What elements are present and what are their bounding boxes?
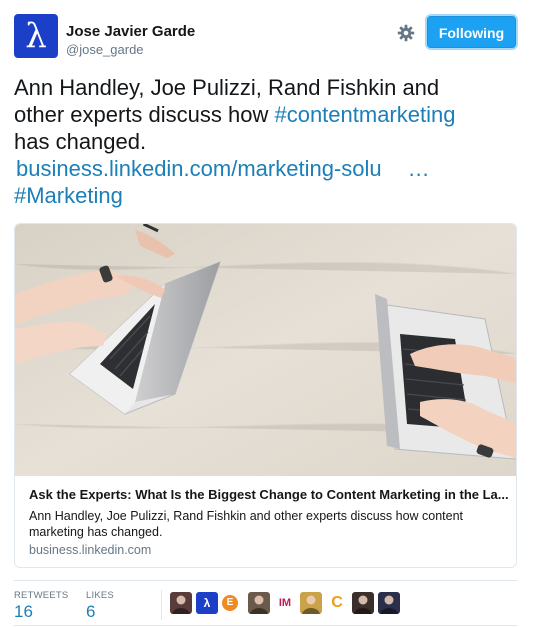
liker-avatar-4[interactable] [248, 592, 270, 614]
retweets-count[interactable]: 16 [14, 602, 33, 622]
card-description: Ann Handley, Joe Pulizzi, Rand Fishkin a… [29, 509, 464, 539]
tweet-text-line-1: Ann Handley, Joe Pulizzi, Rand Fishkin a… [14, 75, 440, 100]
avatar-lambda-glyph: λ [25, 16, 47, 56]
link-ellipsis[interactable]: … [408, 156, 430, 181]
stats-bottom-divider [14, 625, 517, 626]
tweet-text-segment: other experts discuss how [14, 102, 275, 127]
card-title[interactable]: Ask the Experts: What Is the Biggest Cha… [29, 487, 509, 502]
tweet-text-line-3: has changed. [14, 129, 147, 154]
tweet-link[interactable]: business.linkedin.com/marketing-solu [16, 156, 382, 181]
tweet-text: Ann Handley, Joe Pulizzi, Rand Fishkin a… [14, 74, 519, 209]
liker-avatar-5[interactable]: IM [274, 592, 296, 614]
retweets-label: RETWEETS [14, 590, 69, 601]
gear-icon[interactable] [396, 23, 416, 43]
tweet-header: λ Jose Javier Garde @jose_garde Followin… [14, 14, 523, 64]
likes-count[interactable]: 6 [86, 602, 95, 622]
likes-label: LIKES [86, 590, 114, 601]
liker-avatar-1[interactable] [170, 592, 192, 614]
liker-avatar-7[interactable]: C [326, 592, 348, 614]
tweet-text-line-2: other experts discuss how #contentmarket… [14, 101, 519, 128]
user-avatar[interactable]: λ [14, 14, 58, 58]
liker-avatar-8[interactable] [352, 592, 374, 614]
stats-top-divider [14, 580, 517, 581]
liker-avatar-2[interactable]: λ [196, 592, 218, 614]
user-display-name[interactable]: Jose Javier Garde [66, 23, 195, 40]
tweet-link-line: business.linkedin.com/marketing-solu … [16, 155, 519, 182]
card-domain[interactable]: business.linkedin.com [29, 543, 151, 557]
stats-vertical-divider [161, 590, 162, 620]
liker-avatar-9[interactable] [378, 592, 400, 614]
card-image-laptops-on-desk[interactable] [15, 224, 517, 476]
hashtag-contentmarketing[interactable]: #contentmarketing [274, 102, 455, 127]
liker-avatar-3[interactable]: E [222, 595, 238, 611]
following-button[interactable]: Following [427, 16, 516, 48]
link-preview-card[interactable]: Ask the Experts: What Is the Biggest Cha… [14, 223, 517, 568]
user-handle[interactable]: @jose_garde [66, 42, 144, 57]
hashtag-marketing[interactable]: #Marketing [14, 182, 519, 209]
liker-avatar-6[interactable] [300, 592, 322, 614]
